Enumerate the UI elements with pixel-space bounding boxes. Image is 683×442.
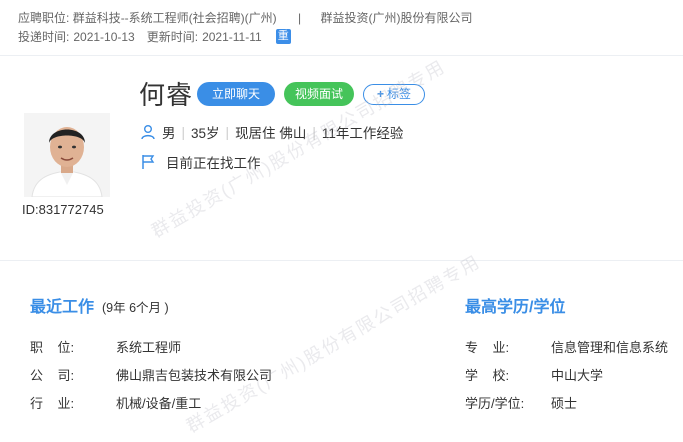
work-field-industry: 行 业:	[30, 396, 75, 411]
summary-section: 最近工作 (9年 6个月 ) 职 位: 系统工程师 公 司: 佛山鼎吉包装技术有限…	[0, 262, 683, 442]
recent-work-duration: (9年 6个月 )	[102, 301, 169, 315]
recent-work-heading: 最近工作 (9年 6个月 )	[30, 293, 169, 317]
update-date: 2021-11-11	[202, 29, 262, 44]
position-label: 应聘职位:	[18, 11, 70, 25]
age: 35岁	[191, 126, 220, 141]
gender: 男	[162, 126, 176, 141]
edu-degree-value: 硕士	[551, 396, 578, 411]
chat-button[interactable]: 立即聊天	[197, 82, 275, 106]
work-company-value: 佛山鼎吉包装技术有限公司	[116, 368, 273, 383]
submit-label: 投递时间:	[18, 30, 70, 44]
edu-school-value: 中山大学	[551, 368, 604, 383]
application-info-bar: 应聘职位: 群益科技--系统工程师(社会招聘)(广州) | 群益投资(广州)股份…	[0, 0, 683, 56]
experience: 11年工作经验	[321, 126, 404, 141]
add-tag-button[interactable]: + 标签	[363, 84, 425, 105]
avatar	[24, 113, 110, 197]
update-label: 更新时间:	[146, 30, 199, 44]
work-industry-value: 机械/设备/重工	[116, 396, 202, 411]
tag-label: 标签	[387, 87, 412, 101]
status-text: 目前正在找工作	[166, 156, 261, 171]
work-field-company: 公 司:	[30, 368, 75, 383]
work-position-value: 系统工程师	[116, 340, 182, 355]
flag-icon	[142, 155, 155, 169]
edu-field-school: 学 校:	[465, 368, 510, 383]
plus-icon: +	[376, 87, 384, 101]
candidate-meta: 男 | 35岁 | 现居住 佛山 | 11年工作经验	[140, 122, 403, 142]
application-position-row: 应聘职位: 群益科技--系统工程师(社会招聘)(广州) | 群益投资(广州)股份…	[18, 9, 472, 26]
work-field-position: 职 位:	[30, 340, 75, 355]
candidate-name: 何睿	[139, 80, 194, 110]
duplicate-badge-icon[interactable]: 重	[275, 29, 291, 44]
video-interview-button[interactable]: 视频面试	[284, 82, 354, 106]
edu-major-value: 信息管理和信息系统	[551, 340, 669, 355]
person-icon	[141, 125, 155, 140]
submit-date: 2021-10-13	[73, 29, 135, 44]
edu-field-major: 专 业:	[465, 340, 510, 355]
recent-work-title: 最近工作	[30, 299, 95, 316]
edu-field-degree: 学历/学位:	[465, 396, 525, 411]
candidate-profile-card: ID:831772745 何睿 立即聊天 视频面试 + 标签 男 | 35岁 | …	[0, 57, 683, 261]
education-heading: 最高学历/学位	[465, 299, 566, 316]
separator: |	[298, 11, 302, 25]
location: 现居住 佛山	[235, 126, 307, 141]
position-value[interactable]: 群益科技--系统工程师(社会招聘)(广州)	[73, 11, 277, 25]
candidate-id: ID:831772745	[22, 202, 104, 217]
application-dates-row: 投递时间: 2021-10-13 更新时间: 2021-11-11 重	[18, 28, 291, 45]
job-search-status: 目前正在找工作	[140, 152, 261, 172]
company-name: 群益投资(广州)股份有限公司	[320, 11, 473, 25]
